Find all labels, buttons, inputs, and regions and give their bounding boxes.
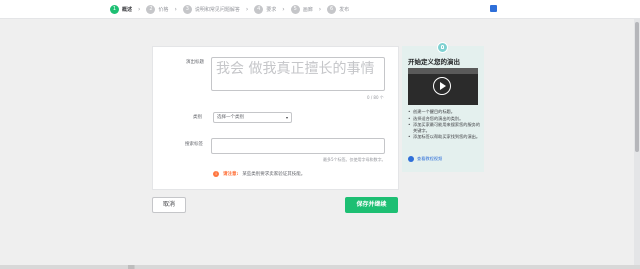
chevron-right-icon: › xyxy=(282,5,285,13)
info-icon: i xyxy=(213,171,219,177)
gig-title-input[interactable]: 我会 做我真正擅长的事情 xyxy=(211,57,385,91)
chevron-right-icon: › xyxy=(174,5,177,13)
step-description-faq[interactable]: 3 说明和常见问题解答 xyxy=(182,4,240,14)
step-label: 说明和常见问题解答 xyxy=(194,6,240,13)
step-number: 6 xyxy=(327,4,337,14)
tips-list: 创建一个醒目的标题。 选择适合您的演出的类别。 添加买家最可能用来搜索您的服务的… xyxy=(408,109,480,141)
step-label: 要求 xyxy=(266,6,277,13)
step-requirements[interactable]: 4 要求 xyxy=(254,4,277,14)
tutorial-link[interactable]: 查看教程视频 xyxy=(408,156,442,162)
chevron-right-icon: › xyxy=(138,5,141,13)
tutorial-video-thumbnail[interactable] xyxy=(408,68,478,105)
chevron-right-icon: › xyxy=(318,5,322,13)
step-number: 1 xyxy=(110,4,119,14)
verification-note: i 请注意: 某些类别要求卖家验证其技能。 xyxy=(213,171,305,177)
list-item: 添加买家最可能用来搜索您的服务的关键字。 xyxy=(408,122,480,133)
gig-overview-form: 演出标题 我会 做我真正擅长的事情 0 / 80 个 类别 选择一个类别 ▾ 搜… xyxy=(152,46,399,190)
category-select-value: 选择一个类别 xyxy=(217,115,244,120)
step-pricing[interactable]: 2 价格 xyxy=(146,4,169,14)
tags-hint: 最多5个标签。仅使用字母和数字。 xyxy=(323,157,386,162)
list-item: 选择适合您的演出的类别。 xyxy=(408,116,480,122)
step-label: 概述 xyxy=(122,6,133,13)
video-icon xyxy=(408,156,414,162)
save-and-continue-button[interactable]: 保存并继续 xyxy=(345,197,398,213)
bottom-strip xyxy=(0,265,640,269)
step-label: 发布 xyxy=(339,6,350,13)
chevron-right-icon: › xyxy=(245,5,249,13)
tutorial-link-label: 查看教程视频 xyxy=(417,156,443,161)
video-header-band xyxy=(408,68,478,74)
list-item: 添加标签以帮助买家找到您的演出。 xyxy=(408,134,480,140)
note-label: 请注意: xyxy=(223,172,239,177)
tips-title: 开始定义您的演出 xyxy=(408,58,460,66)
play-icon[interactable] xyxy=(433,77,451,95)
lightbulb-icon xyxy=(437,42,448,53)
cancel-button[interactable]: 取消 xyxy=(152,197,186,213)
page-scrollbar[interactable] xyxy=(634,18,640,269)
step-number: 4 xyxy=(254,4,264,14)
preview-icon[interactable] xyxy=(490,5,497,12)
progress-steps: 1 概述 › 2 价格 › 3 说明和常见问题解答 › 4 要求 › 5 画廊 … xyxy=(110,3,349,15)
tags-label: 搜索标签 xyxy=(185,142,203,147)
step-number: 5 xyxy=(290,4,300,14)
step-number: 3 xyxy=(182,4,192,14)
title-label: 演出标题 xyxy=(186,60,204,65)
note-text: 某些类别要求卖家验证其技能。 xyxy=(242,172,306,177)
list-item: 创建一个醒目的标题。 xyxy=(408,109,480,115)
step-number: 2 xyxy=(146,4,156,14)
step-label: 价格 xyxy=(158,6,169,13)
title-char-counter: 0 / 80 个 xyxy=(367,95,384,100)
step-gallery[interactable]: 5 画廊 xyxy=(290,4,313,14)
step-overview[interactable]: 1 概述 xyxy=(110,4,133,14)
category-select[interactable]: 选择一个类别 ▾ xyxy=(213,112,292,123)
category-label: 类别 xyxy=(193,115,202,120)
step-publish[interactable]: 6 发布 xyxy=(327,4,350,14)
search-tags-input[interactable] xyxy=(211,138,385,154)
chevron-down-icon: ▾ xyxy=(285,115,288,120)
top-nav-bar: 1 概述 › 2 价格 › 3 说明和常见问题解答 › 4 要求 › 5 画廊 … xyxy=(0,0,640,19)
tips-panel: 开始定义您的演出 创建一个醒目的标题。 选择适合您的演出的类别。 添加买家最可能… xyxy=(402,42,484,172)
step-label: 画廊 xyxy=(302,6,313,13)
scrollbar-thumb[interactable] xyxy=(635,22,639,152)
